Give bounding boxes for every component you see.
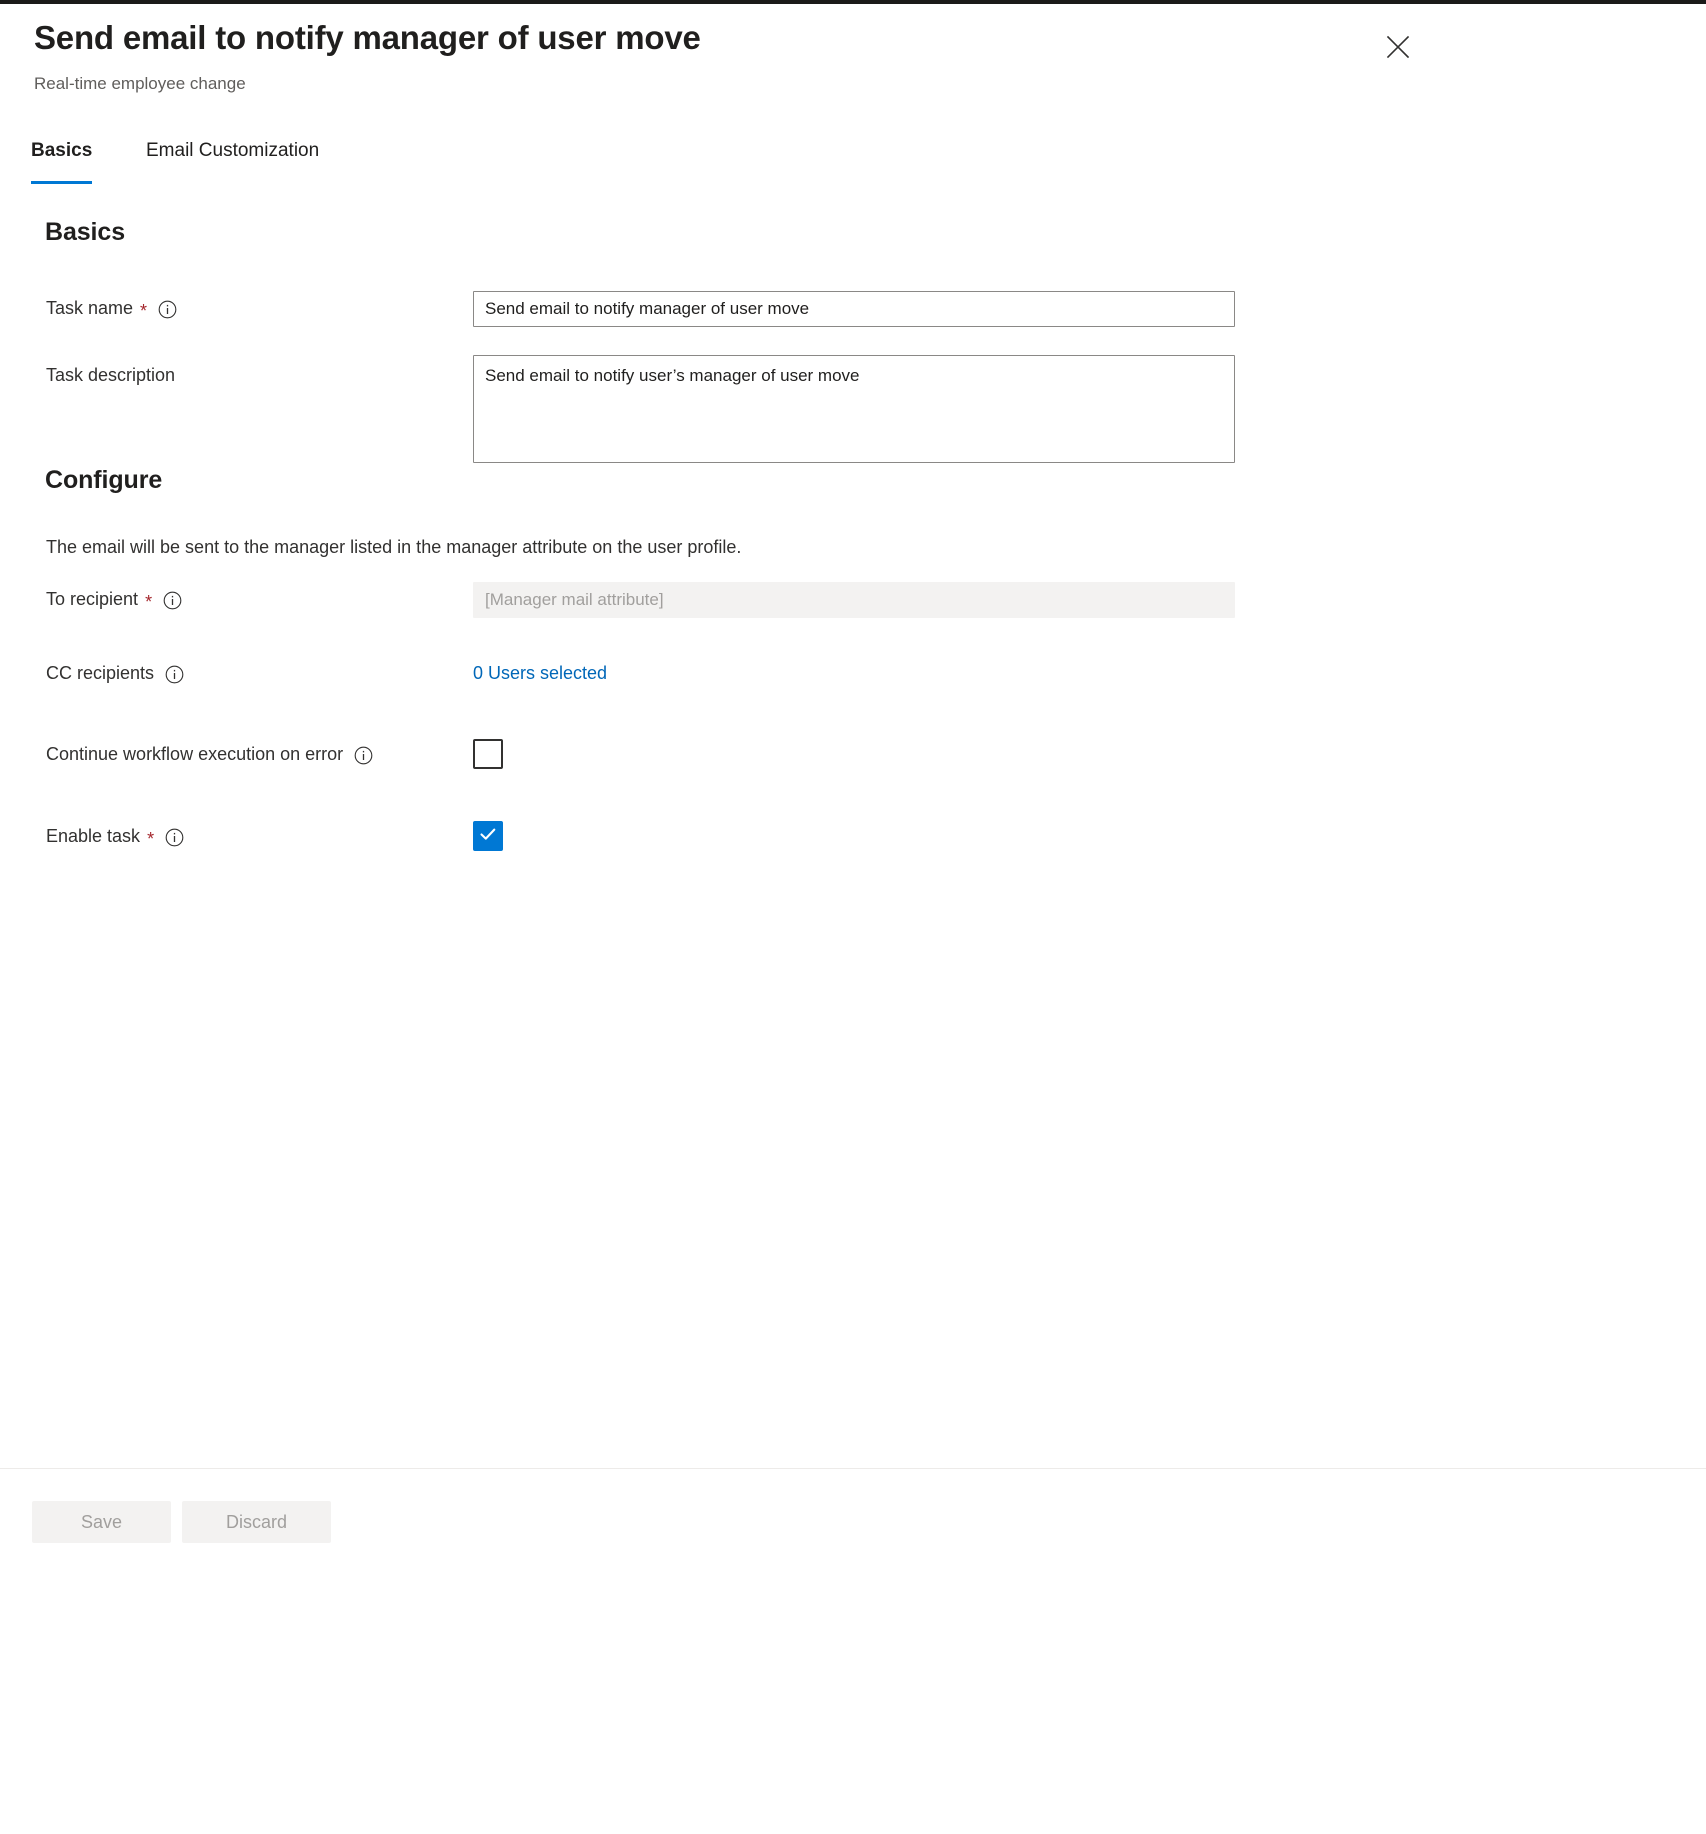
continue-on-error-label: Continue workflow execution on error xyxy=(46,744,373,765)
task-description-textarea[interactable]: Send email to notify user’s manager of u… xyxy=(473,355,1235,463)
continue-on-error-label-text: Continue workflow execution on error xyxy=(46,744,343,765)
enable-task-checkbox[interactable] xyxy=(473,821,503,851)
task-name-label-text: Task name xyxy=(46,298,133,319)
info-circle-icon[interactable] xyxy=(354,746,373,765)
section-heading-basics: Basics xyxy=(45,218,125,247)
enable-task-label: Enable task * xyxy=(46,826,184,847)
required-asterisk: * xyxy=(147,830,154,848)
continue-on-error-checkbox[interactable] xyxy=(473,739,503,769)
save-button[interactable]: Save xyxy=(32,1501,171,1543)
footer-divider xyxy=(0,1468,1706,1469)
info-circle-icon[interactable] xyxy=(163,591,182,610)
section-heading-configure: Configure xyxy=(45,466,162,495)
task-description-label: Task description xyxy=(46,365,175,386)
required-asterisk: * xyxy=(140,302,147,320)
info-circle-icon[interactable] xyxy=(165,665,184,684)
close-icon xyxy=(1385,34,1411,60)
task-description-label-text: Task description xyxy=(46,365,175,386)
tab-basics[interactable]: Basics xyxy=(31,138,92,188)
tab-email-customization-label: Email Customization xyxy=(146,140,319,161)
discard-button[interactable]: Discard xyxy=(182,1501,331,1543)
configure-helper-text: The email will be sent to the manager li… xyxy=(46,537,741,558)
cc-recipients-label-text: CC recipients xyxy=(46,663,154,684)
task-name-input[interactable] xyxy=(473,291,1235,327)
panel-footer: Save Discard xyxy=(0,1468,1706,1834)
required-asterisk: * xyxy=(145,593,152,611)
enable-task-label-text: Enable task xyxy=(46,826,140,847)
to-recipient-label: To recipient * xyxy=(46,589,182,610)
info-circle-icon[interactable] xyxy=(158,300,177,319)
cc-recipients-label: CC recipients xyxy=(46,663,184,684)
task-detail-panel: Send email to notify manager of user mov… xyxy=(0,4,1706,1834)
cc-recipients-users-link[interactable]: 0 Users selected xyxy=(473,663,607,684)
tab-basics-label: Basics xyxy=(31,140,92,161)
task-name-label: Task name * xyxy=(46,298,177,319)
page-title: Send email to notify manager of user mov… xyxy=(34,19,701,57)
info-circle-icon[interactable] xyxy=(165,828,184,847)
to-recipient-input xyxy=(473,582,1235,618)
tab-active-underline xyxy=(31,181,92,184)
close-button[interactable] xyxy=(1378,27,1418,67)
tab-email-customization[interactable]: Email Customization xyxy=(146,138,319,188)
tab-bar: Basics Email Customization xyxy=(0,138,1706,190)
to-recipient-label-text: To recipient xyxy=(46,589,138,610)
checkmark-icon xyxy=(478,824,498,849)
panel-header: Send email to notify manager of user mov… xyxy=(0,4,1706,129)
page-subtitle: Real-time employee change xyxy=(34,74,246,94)
